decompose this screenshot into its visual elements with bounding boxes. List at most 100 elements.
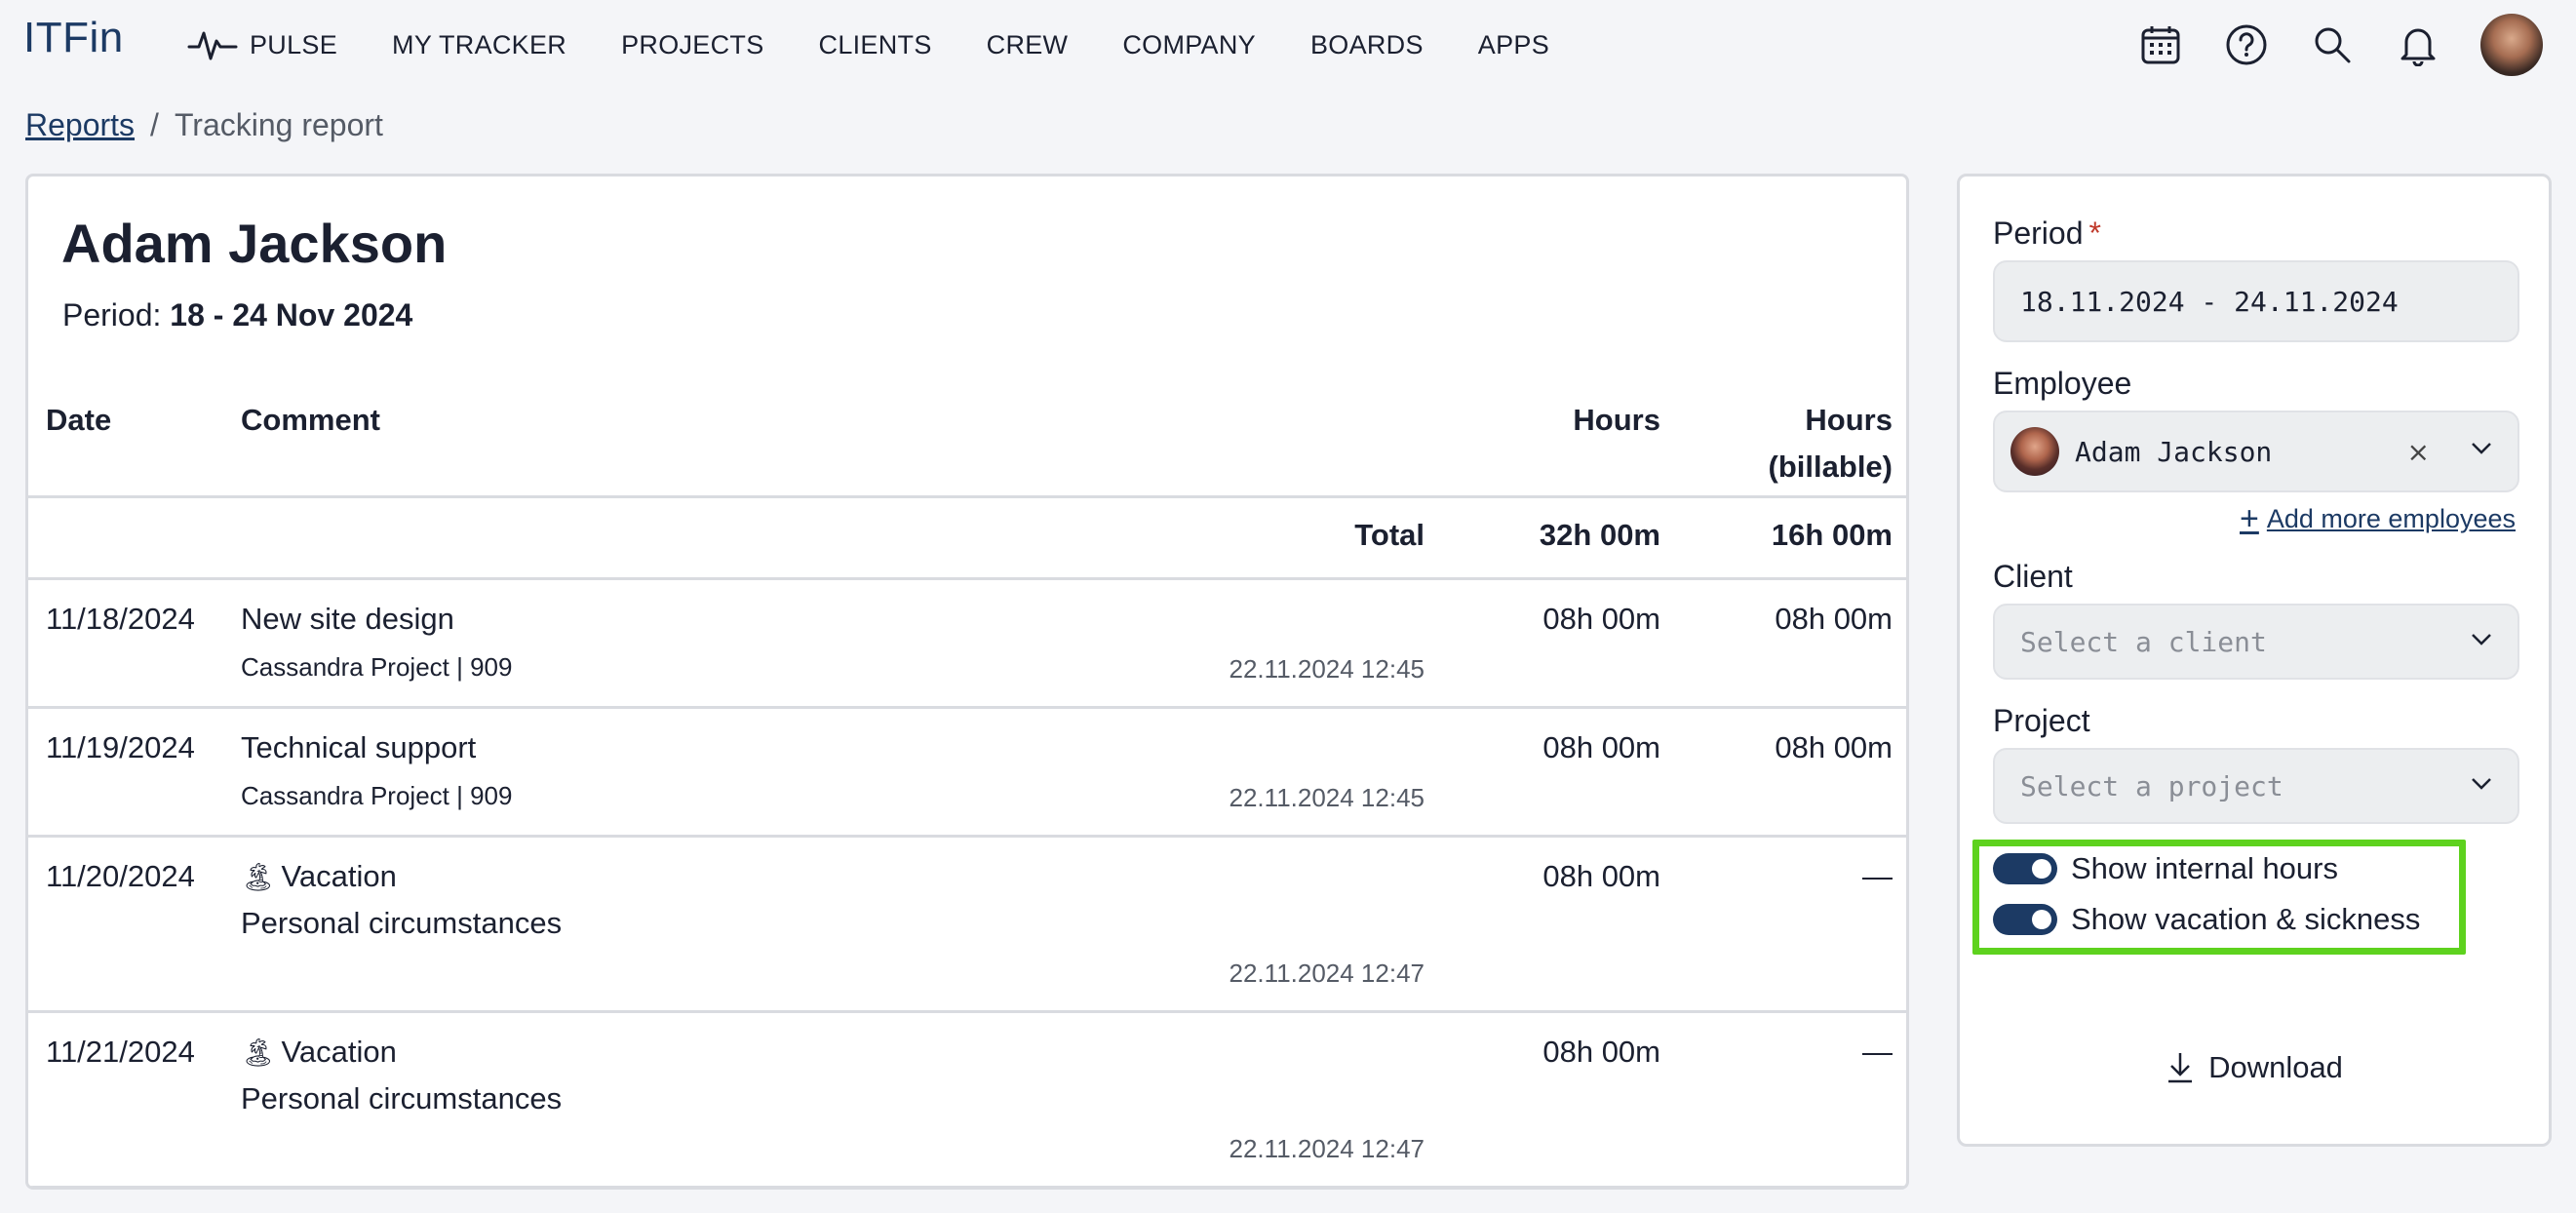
nav-item-label: PULSE <box>250 29 338 59</box>
nav-item-crew[interactable]: CREW <box>987 30 1069 60</box>
project-placeholder: Select a project <box>2020 769 2283 802</box>
nav-item-label: APPS <box>1477 29 1550 59</box>
help-icon[interactable] <box>2223 21 2270 68</box>
employee-avatar <box>2010 427 2059 476</box>
total-row: Total 32h 00m 16h 00m <box>28 498 1906 580</box>
breadcrumb: Reports / Tracking report <box>25 107 383 143</box>
breadcrumb-separator: / <box>150 107 159 142</box>
total-hours: 32h 00m <box>1539 518 1660 552</box>
nav-item-projects[interactable]: PROJECTS <box>621 30 763 60</box>
nav-item-company[interactable]: COMPANY <box>1122 30 1256 60</box>
row-billable: 08h 00m <box>1775 730 1893 764</box>
nav-item-apps[interactable]: APPS <box>1478 30 1549 60</box>
island-icon: 🏝 <box>241 1037 276 1068</box>
show-internal-hours-toggle[interactable]: Show internal hours <box>1993 851 2338 886</box>
project-field-label: Project <box>1993 703 2090 738</box>
client-placeholder: Select a client <box>2020 625 2267 658</box>
period-label-text: Period <box>1993 215 2084 251</box>
column-comment: Comment <box>241 403 380 437</box>
employee-name-title: Adam Jackson <box>61 213 448 274</box>
row-hours: 08h 00m <box>1542 730 1660 764</box>
avatar[interactable] <box>2480 14 2543 76</box>
row-timestamp: 22.11.2024 12:45 <box>1229 654 1425 684</box>
row-hours: 08h 00m <box>1542 602 1660 636</box>
row-timestamp: 22.11.2024 12:45 <box>1229 783 1425 812</box>
island-icon: 🏝 <box>241 862 276 892</box>
app-logo[interactable]: ITFin <box>23 14 124 62</box>
nav-item-label: CLIENTS <box>818 29 932 59</box>
period-input[interactable]: 18.11.2024 - 24.11.2024 <box>1993 260 2519 342</box>
row-title-wrap: 🏝 Vacation <box>241 1035 397 1070</box>
column-billable-line2: (billable) <box>1768 450 1893 484</box>
period-field-label: Period * <box>1993 215 2101 252</box>
top-icons <box>2137 14 2576 76</box>
nav-item-clients[interactable]: CLIENTS <box>819 30 932 60</box>
row-title: Technical support <box>241 730 477 764</box>
nav-item-label: COMPANY <box>1122 29 1256 59</box>
total-billable: 16h 00m <box>1771 518 1893 552</box>
search-icon[interactable] <box>2309 21 2356 68</box>
table-row: 11/18/2024 New site design Cassandra Pro… <box>28 580 1906 709</box>
project-select[interactable]: Select a project <box>1993 748 2519 824</box>
show-vacation-sickness-toggle[interactable]: Show vacation & sickness <box>1993 902 2420 937</box>
chevron-down-icon[interactable] <box>2471 442 2492 455</box>
plus-icon: + <box>2240 500 2259 537</box>
employee-select[interactable]: Adam Jackson × <box>1993 411 2519 492</box>
nav-item-label: MY TRACKER <box>392 29 567 59</box>
chevron-down-icon <box>2472 634 2491 646</box>
row-project: Cassandra Project | 909 <box>241 652 513 682</box>
download-icon <box>2168 1053 2193 1083</box>
chevron-down-icon <box>2472 778 2491 790</box>
total-label: Total <box>1354 518 1425 552</box>
table-row: 11/21/2024 🏝 Vacation Personal circumstan… <box>28 1013 1906 1187</box>
row-title: Vacation <box>281 859 397 893</box>
nav-item-label: PROJECTS <box>621 29 764 59</box>
nav-item-boards[interactable]: BOARDS <box>1310 30 1424 60</box>
add-more-employees-link[interactable]: + Add more employees <box>2240 500 2516 538</box>
client-select[interactable]: Select a client <box>1993 604 2519 680</box>
row-billable: 08h 00m <box>1775 602 1893 636</box>
client-field-label: Client <box>1993 559 2073 594</box>
nav-item-label: CREW <box>986 29 1069 59</box>
column-date: Date <box>46 403 112 437</box>
row-date: 11/18/2024 <box>46 602 195 636</box>
row-reason: Personal circumstances <box>241 1081 563 1115</box>
toggle-label: Show internal hours <box>2071 851 2338 885</box>
row-timestamp: 22.11.2024 12:47 <box>1229 1134 1425 1163</box>
breadcrumb-reports-link[interactable]: Reports <box>25 107 135 142</box>
breadcrumb-current: Tracking report <box>174 107 383 142</box>
employee-field-label: Employee <box>1993 366 2132 401</box>
period-value: 18 - 24 Nov 2024 <box>170 297 413 333</box>
row-project: Cassandra Project | 909 <box>241 781 513 810</box>
period-input-value: 18.11.2024 - 24.11.2024 <box>2020 285 2399 318</box>
row-title: Vacation <box>281 1035 397 1069</box>
table-row: 11/19/2024 Technical support Cassandra P… <box>28 709 1906 838</box>
row-billable: — <box>1862 1035 1893 1069</box>
employee-select-value: Adam Jackson <box>2075 435 2273 468</box>
nav-item-pulse[interactable]: PULSE <box>187 25 337 64</box>
period-label: Period: <box>62 297 162 333</box>
row-date: 11/21/2024 <box>46 1035 195 1069</box>
nav-item-my-tracker[interactable]: MY TRACKER <box>392 30 566 60</box>
tracking-report-card: Adam Jackson Period: 18 - 24 Nov 2024 Da… <box>25 174 1909 1190</box>
download-button[interactable]: Download <box>1960 1050 2549 1085</box>
row-reason: Personal circumstances <box>241 906 563 940</box>
toggle-label: Show vacation & sickness <box>2071 902 2421 936</box>
toggle-switch-on[interactable] <box>1993 904 2057 935</box>
row-title-wrap: 🏝 Vacation <box>241 859 397 894</box>
row-hours: 08h 00m <box>1542 859 1660 893</box>
top-navigation: ITFin PULSE MY TRACKER PROJECTS CLIENTS … <box>0 0 2576 94</box>
report-filters-panel: Period * 18.11.2024 - 24.11.2024 Employee… <box>1957 174 2552 1147</box>
column-billable-line1: Hours <box>1805 403 1893 437</box>
row-date: 11/20/2024 <box>46 859 195 893</box>
table-header: Date Comment Hours Hours (billable) <box>28 383 1906 498</box>
row-title: New site design <box>241 602 454 636</box>
download-label: Download <box>2208 1050 2343 1084</box>
clear-icon[interactable]: × <box>2407 436 2430 468</box>
required-mark: * <box>2088 215 2101 251</box>
bell-icon[interactable] <box>2395 21 2441 68</box>
toggle-switch-on[interactable] <box>1993 853 2057 884</box>
row-date: 11/19/2024 <box>46 730 195 764</box>
calendar-icon[interactable] <box>2137 21 2184 68</box>
add-more-label: Add more employees <box>2266 504 2516 533</box>
